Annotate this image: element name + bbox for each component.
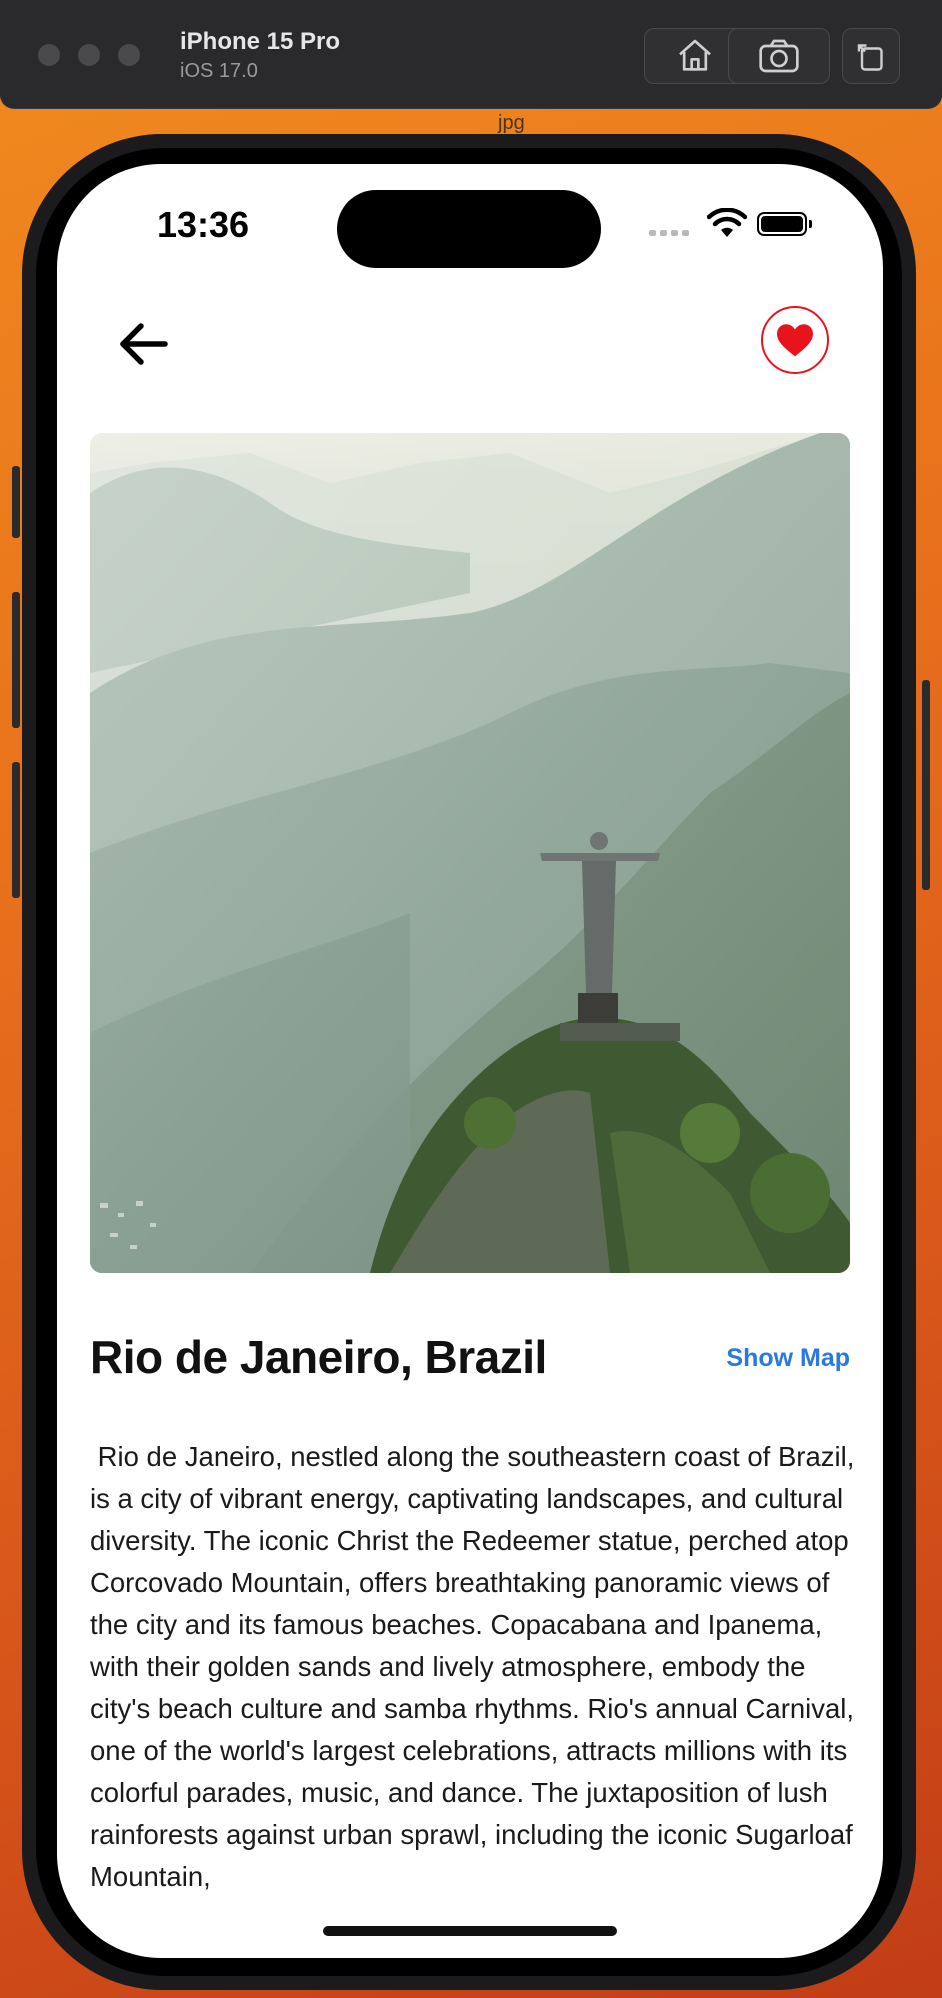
screenshot-button[interactable]: [728, 28, 830, 84]
arrow-left-icon: [120, 323, 168, 365]
phone-screen: 13:36 Rio de Janeiro, Brazil Show Map Ri…: [57, 164, 883, 1958]
destination-image: [90, 433, 850, 1273]
christ-the-redeemer-photo: [90, 433, 850, 1273]
show-map-link[interactable]: Show Map: [726, 1344, 850, 1373]
window-zoom-button[interactable]: [118, 44, 140, 66]
action-button: [12, 466, 20, 538]
destination-description: Rio de Janeiro, nestled along the southe…: [90, 1441, 862, 1892]
home-indicator[interactable]: [323, 1926, 617, 1936]
window-minimize-button[interactable]: [78, 44, 100, 66]
home-icon: [679, 39, 711, 71]
power-button: [922, 680, 930, 890]
device-name: iPhone 15 Pro: [180, 28, 341, 55]
os-version: iOS 17.0: [180, 60, 258, 82]
volume-up-button: [12, 592, 20, 728]
camera-icon: [759, 39, 799, 73]
volume-down-button: [12, 762, 20, 898]
battery-cap: [809, 220, 812, 228]
back-button[interactable]: [111, 312, 175, 376]
file-label: jpg: [498, 112, 525, 134]
wifi-icon: [707, 208, 747, 237]
battery-icon: [757, 212, 807, 236]
cellular-icon: [649, 230, 693, 236]
rotate-icon: [857, 44, 883, 71]
heart-icon: [777, 324, 813, 357]
rotate-button[interactable]: [842, 28, 900, 84]
favorite-button[interactable]: [761, 306, 829, 374]
destination-title: Rio de Janeiro, Brazil: [90, 1331, 547, 1383]
simulator-toolbar: iPhone 15 Pro iOS 17.0: [0, 0, 942, 109]
status-time: 13:36: [157, 204, 250, 245]
dynamic-island: [337, 190, 601, 268]
window-close-button[interactable]: [38, 44, 60, 66]
